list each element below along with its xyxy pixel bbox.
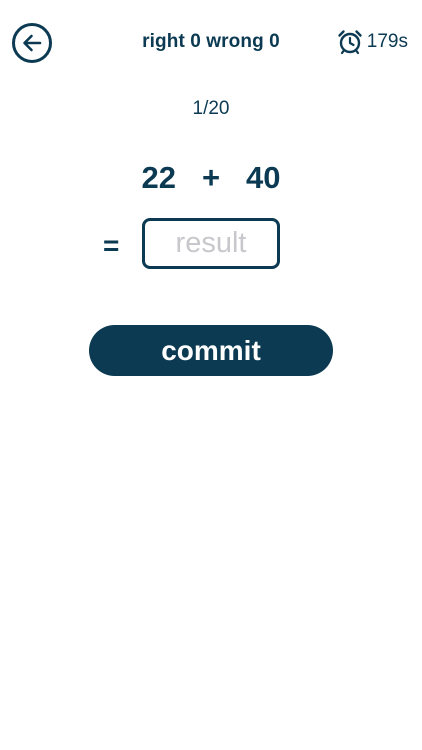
timer-text: 179s (366, 31, 408, 52)
result-input[interactable] (142, 218, 280, 269)
timer: 179s (337, 29, 408, 55)
operand-b: 40 (246, 160, 281, 195)
commit-button[interactable]: commit (89, 325, 333, 376)
header-bar: right 0 wrong 0 179s (0, 0, 422, 86)
alarm-clock-icon (338, 30, 362, 55)
equation: 22 + 40 (0, 160, 422, 196)
operator: + (201, 160, 221, 195)
question-progress: 1/20 (192, 98, 230, 119)
equals-sign: = (103, 230, 120, 261)
operand-a: 22 (141, 160, 176, 195)
